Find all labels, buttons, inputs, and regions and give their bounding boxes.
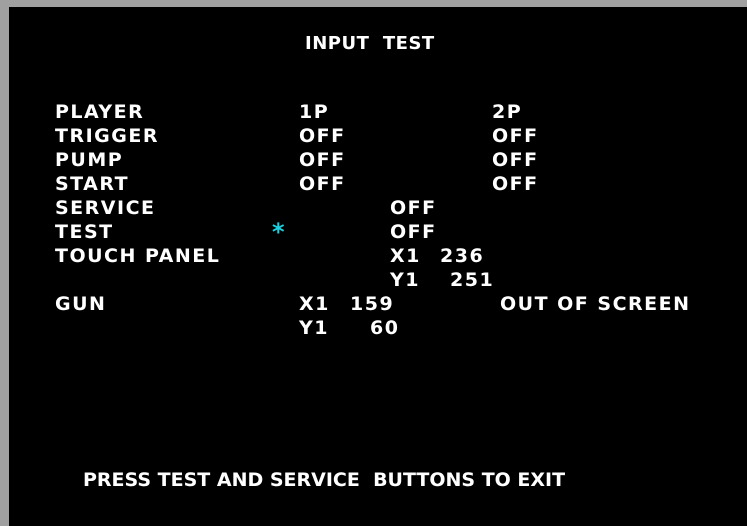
exit-instructions: PRESS TEST AND SERVICE BUTTONS TO EXIT xyxy=(83,469,566,491)
trigger-2p-value: OFF xyxy=(492,125,539,147)
touch-panel-x-value: 236 xyxy=(440,245,485,267)
start-2p-value: OFF xyxy=(492,173,539,195)
start-1p-value: OFF xyxy=(299,173,346,195)
selection-cursor-icon: * xyxy=(272,218,285,246)
player-1p-header: 1P xyxy=(299,101,330,123)
trigger-label: TRIGGER xyxy=(55,125,159,147)
trigger-1p-value: OFF xyxy=(299,125,346,147)
touch-panel-y-value: 251 xyxy=(450,269,495,291)
player-label: PLAYER xyxy=(55,101,145,123)
test-label: TEST xyxy=(55,221,114,243)
touch-panel-x-label: X1 xyxy=(390,245,421,267)
gun-y-label: Y1 xyxy=(299,317,329,339)
service-label: SERVICE xyxy=(55,197,156,219)
gun-2p-status: OUT OF SCREEN xyxy=(500,293,691,315)
pump-label: PUMP xyxy=(55,149,124,171)
pump-2p-value: OFF xyxy=(492,149,539,171)
gun-label: GUN xyxy=(55,293,107,315)
gun-y-value: 60 xyxy=(370,317,400,339)
screen-title: INPUT TEST xyxy=(305,33,435,54)
touch-panel-y-label: Y1 xyxy=(390,269,420,291)
gun-x-label: X1 xyxy=(299,293,330,315)
gun-x-value: 159 xyxy=(350,293,395,315)
test-value: OFF xyxy=(390,221,437,243)
test-menu-screen: INPUT TEST PLAYER 1P 2P TRIGGER OFF OFF … xyxy=(9,7,747,526)
player-2p-header: 2P xyxy=(492,101,523,123)
pump-1p-value: OFF xyxy=(299,149,346,171)
service-value: OFF xyxy=(390,197,437,219)
start-label: START xyxy=(55,173,130,195)
touch-panel-label: TOUCH PANEL xyxy=(55,245,221,267)
